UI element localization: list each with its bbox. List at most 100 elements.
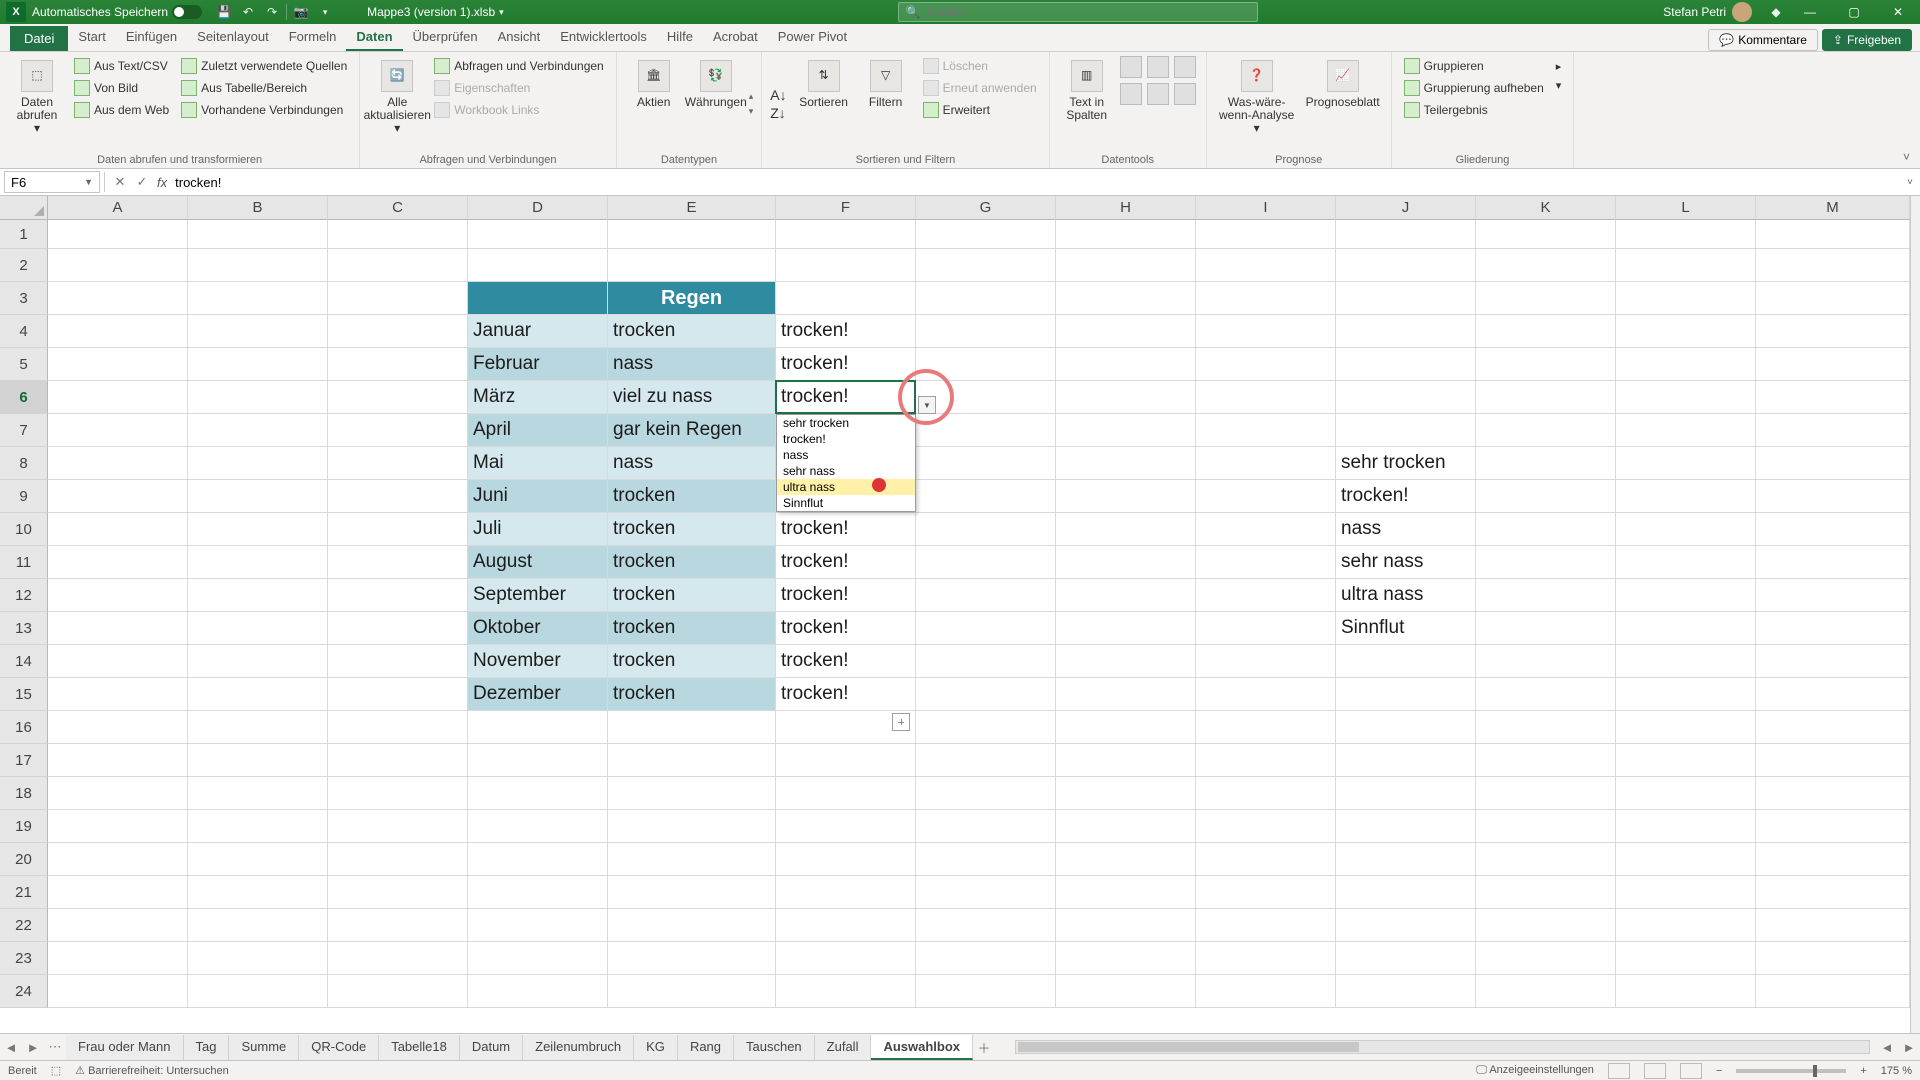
share-button[interactable]: ⇪ Freigeben: [1822, 29, 1912, 51]
cell-K17[interactable]: [1476, 744, 1616, 777]
cell-A13[interactable]: [48, 612, 188, 645]
datatype-next-icon[interactable]: ▾: [749, 106, 754, 117]
refresh-all-button[interactable]: 🔄 Alle aktualisieren ▾: [368, 56, 426, 152]
cell-C13[interactable]: [328, 612, 468, 645]
ribbon-item[interactable]: Aus Text/CSV: [70, 56, 173, 76]
cell-A8[interactable]: [48, 447, 188, 480]
cell-B15[interactable]: [188, 678, 328, 711]
cell-G16[interactable]: [916, 711, 1056, 744]
cell-B2[interactable]: [188, 249, 328, 282]
tab-start[interactable]: Start: [68, 24, 115, 51]
row-header-8[interactable]: 8: [0, 447, 48, 480]
cell-F17[interactable]: [776, 744, 916, 777]
ribbon-item[interactable]: Gruppierung aufheben: [1400, 78, 1548, 98]
col-header-D[interactable]: D: [468, 196, 608, 220]
cell-I17[interactable]: [1196, 744, 1336, 777]
cell-C5[interactable]: [328, 348, 468, 381]
cell-L8[interactable]: [1616, 447, 1756, 480]
relationships-icon[interactable]: [1147, 83, 1169, 105]
ribbon-item[interactable]: Teilergebnis: [1400, 100, 1548, 120]
formula-expand-icon[interactable]: ˅: [1900, 177, 1920, 188]
tab-einfügen[interactable]: Einfügen: [116, 24, 187, 51]
ribbon-item[interactable]: Erweitert: [919, 100, 1041, 120]
row-header-13[interactable]: 13: [0, 612, 48, 645]
cell-E9[interactable]: trocken: [608, 480, 776, 513]
cell-B6[interactable]: [188, 381, 328, 414]
cell-A16[interactable]: [48, 711, 188, 744]
sheet-tab[interactable]: Frau oder Mann: [66, 1035, 184, 1060]
row-header-19[interactable]: 19: [0, 810, 48, 843]
cell-K12[interactable]: [1476, 579, 1616, 612]
forecast-sheet-button[interactable]: 📈Prognoseblatt: [1303, 56, 1383, 152]
cell-I11[interactable]: [1196, 546, 1336, 579]
cell-J20[interactable]: [1336, 843, 1476, 876]
cell-A21[interactable]: [48, 876, 188, 909]
cell-G5[interactable]: [916, 348, 1056, 381]
cell-J23[interactable]: [1336, 942, 1476, 975]
cell-K16[interactable]: [1476, 711, 1616, 744]
cell-M15[interactable]: [1756, 678, 1910, 711]
tab-hilfe[interactable]: Hilfe: [657, 24, 703, 51]
cell-K13[interactable]: [1476, 612, 1616, 645]
row-header-7[interactable]: 7: [0, 414, 48, 447]
col-header-M[interactable]: M: [1756, 196, 1910, 220]
cell-I10[interactable]: [1196, 513, 1336, 546]
cell-G9[interactable]: [916, 480, 1056, 513]
cell-K21[interactable]: [1476, 876, 1616, 909]
cell-B7[interactable]: [188, 414, 328, 447]
cell-A19[interactable]: [48, 810, 188, 843]
cell-M19[interactable]: [1756, 810, 1910, 843]
cell-I23[interactable]: [1196, 942, 1336, 975]
data-model-icon[interactable]: [1174, 83, 1196, 105]
cell-L6[interactable]: [1616, 381, 1756, 414]
cell-I9[interactable]: [1196, 480, 1336, 513]
cell-A11[interactable]: [48, 546, 188, 579]
cell-L13[interactable]: [1616, 612, 1756, 645]
cell-F2[interactable]: [776, 249, 916, 282]
sheet-tab[interactable]: Zeilenumbruch: [523, 1035, 634, 1060]
view-pagebreak-icon[interactable]: [1680, 1063, 1702, 1079]
cell-G10[interactable]: [916, 513, 1056, 546]
cell-F13[interactable]: trocken!: [776, 612, 916, 645]
data-validation-list[interactable]: sehr trockentrocken!nasssehr nassultra n…: [776, 414, 916, 512]
cell-H9[interactable]: [1056, 480, 1196, 513]
cell-D15[interactable]: Dezember: [468, 678, 608, 711]
cell-L2[interactable]: [1616, 249, 1756, 282]
cell-A2[interactable]: [48, 249, 188, 282]
tab-seitenlayout[interactable]: Seitenlayout: [187, 24, 279, 51]
cell-A22[interactable]: [48, 909, 188, 942]
cell-G14[interactable]: [916, 645, 1056, 678]
cell-L3[interactable]: [1616, 282, 1756, 315]
cell-D1[interactable]: [468, 220, 608, 249]
cell-I22[interactable]: [1196, 909, 1336, 942]
sheet-tab[interactable]: Zufall: [815, 1035, 872, 1060]
cell-M13[interactable]: [1756, 612, 1910, 645]
cell-B1[interactable]: [188, 220, 328, 249]
cell-J16[interactable]: [1336, 711, 1476, 744]
cell-A12[interactable]: [48, 579, 188, 612]
cell-J19[interactable]: [1336, 810, 1476, 843]
cell-C6[interactable]: [328, 381, 468, 414]
sheet-tab[interactable]: Rang: [678, 1035, 734, 1060]
cell-C9[interactable]: [328, 480, 468, 513]
row-header-15[interactable]: 15: [0, 678, 48, 711]
cell-G6[interactable]: [916, 381, 1056, 414]
cell-I16[interactable]: [1196, 711, 1336, 744]
zoom-slider[interactable]: [1736, 1069, 1846, 1073]
cell-C16[interactable]: [328, 711, 468, 744]
dv-option[interactable]: nass: [777, 447, 915, 463]
qat-more-icon[interactable]: ▾: [313, 0, 337, 24]
ribbon-item[interactable]: Aus dem Web: [70, 100, 173, 120]
cell-K24[interactable]: [1476, 975, 1616, 1008]
cell-M14[interactable]: [1756, 645, 1910, 678]
row-header-21[interactable]: 21: [0, 876, 48, 909]
cell-D23[interactable]: [468, 942, 608, 975]
cell-E11[interactable]: trocken: [608, 546, 776, 579]
cell-J5[interactable]: [1336, 348, 1476, 381]
cell-M24[interactable]: [1756, 975, 1910, 1008]
cell-M21[interactable]: [1756, 876, 1910, 909]
cell-L5[interactable]: [1616, 348, 1756, 381]
status-accessibility[interactable]: ⚠ Barrierefreiheit: Untersuchen: [75, 1064, 229, 1077]
cell-F14[interactable]: trocken!: [776, 645, 916, 678]
cell-F15[interactable]: trocken!: [776, 678, 916, 711]
